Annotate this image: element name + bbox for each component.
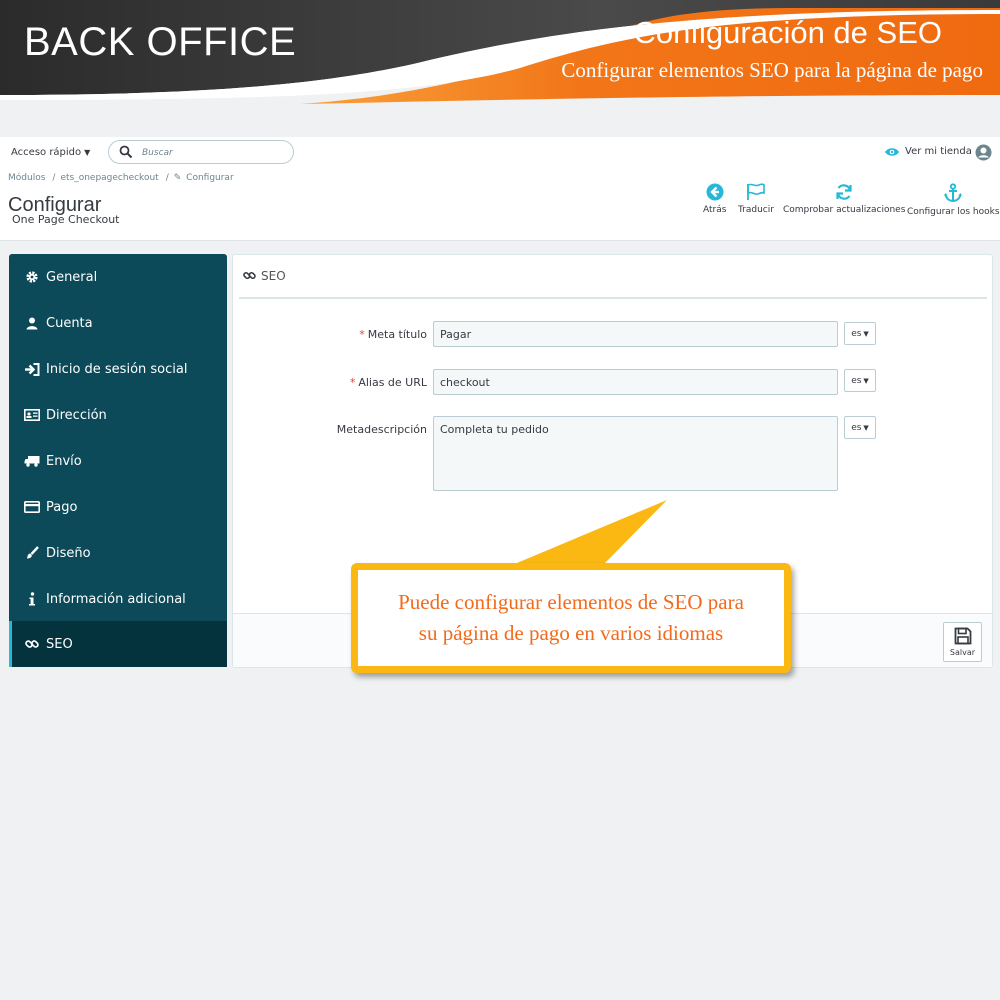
meta-description-label: Metadescripción	[336, 423, 427, 436]
required-asterisk: *	[359, 328, 365, 341]
floppy-disk-icon	[954, 627, 971, 645]
banner-title: BACK OFFICE	[24, 20, 297, 64]
brush-icon	[24, 546, 40, 560]
link-icon	[243, 269, 256, 285]
check-updates-button[interactable]: Comprobar actualizaciones	[783, 183, 905, 215]
sidebar-item-seo[interactable]: SEO	[9, 621, 227, 667]
breadcrumb-separator: /	[52, 173, 56, 183]
sidebar-item-label: Cuenta	[46, 315, 93, 331]
quick-access-label: Acceso rápido	[11, 147, 82, 158]
link-icon	[24, 637, 40, 651]
translate-button[interactable]: Traducir	[738, 183, 774, 215]
admin-topbar: Acceso rápido▼ Ver mi tienda	[0, 137, 1000, 169]
caret-down-icon: ▼	[84, 148, 91, 157]
panel-heading: SEO	[239, 267, 987, 299]
search-input[interactable]	[142, 145, 282, 160]
gear-icon	[24, 270, 40, 284]
eye-icon	[885, 147, 899, 156]
sidebar-item-label: Pago	[46, 499, 78, 515]
sidebar-item-label: Diseño	[46, 545, 91, 561]
meta-description-textarea[interactable]: Completa tu pedido	[433, 416, 838, 491]
configure-hooks-label: Configurar los hooks	[907, 207, 1000, 217]
translate-label: Traducir	[738, 205, 774, 215]
quick-access-dropdown[interactable]: Acceso rápido ▼	[11, 147, 90, 158]
sidebar-item-address[interactable]: Dirección	[9, 392, 227, 438]
meta-title-label-text: Meta título	[367, 328, 427, 341]
sidebar-item-general[interactable]: General	[9, 254, 227, 300]
caret-down-icon: ▼	[863, 423, 869, 432]
url-alias-input[interactable]	[433, 369, 838, 395]
sign-in-icon	[24, 362, 40, 376]
language-code: es	[851, 375, 862, 386]
wrench-icon: ✎	[173, 173, 182, 183]
callout-box: Puede configurar elementos de SEO para s…	[351, 563, 791, 673]
anchor-icon	[944, 183, 963, 203]
sidebar-item-label: Información adicional	[46, 591, 186, 607]
meta-title-language-dropdown[interactable]: es ▼	[844, 322, 876, 345]
sidebar-item-payment[interactable]: Pago	[9, 484, 227, 530]
flag-icon	[747, 183, 765, 200]
banner-feature-subtitle: Configurar elementos SEO para la página …	[561, 58, 983, 82]
save-button[interactable]: Salvar	[943, 622, 982, 662]
page-subtitle: One Page Checkout	[12, 213, 120, 226]
sidebar-item-label: Dirección	[46, 407, 107, 423]
meta-description-language-dropdown[interactable]: es ▼	[844, 416, 876, 439]
caret-down-icon: ▼	[863, 376, 869, 385]
url-alias-language-dropdown[interactable]: es ▼	[844, 369, 876, 392]
back-button[interactable]: Atrás	[703, 183, 726, 215]
breadcrumb-separator: /	[165, 173, 169, 183]
language-code: es	[851, 328, 862, 339]
language-code: es	[851, 422, 862, 433]
address-card-icon	[24, 409, 40, 421]
promo-banner: BACK OFFICE Configuración de SEO Configu…	[0, 0, 1000, 105]
configure-hooks-button[interactable]: Configurar los hooks	[907, 183, 1000, 217]
url-alias-label-text: Alias de URL	[358, 376, 427, 389]
sidebar-item-label: Inicio de sesión social	[46, 361, 188, 377]
save-label: Salvar	[949, 648, 976, 657]
sidebar-item-additional-info[interactable]: Información adicional	[9, 576, 227, 622]
sidebar-item-account[interactable]: Cuenta	[9, 300, 227, 346]
sidebar-item-social-login[interactable]: Inicio de sesión social	[9, 346, 227, 392]
check-updates-label: Comprobar actualizaciones	[783, 205, 906, 215]
page-header: Módulos / ets_onepagecheckout / ✎ Configurar…	[0, 169, 1000, 241]
view-shop-link[interactable]: Ver mi tienda	[884, 146, 972, 157]
breadcrumb-item[interactable]: ets_onepagecheckout	[60, 173, 158, 183]
sidebar-item-shipping[interactable]: Envío	[9, 438, 227, 484]
refresh-icon	[836, 184, 852, 200]
view-shop-label: Ver mi tienda	[905, 146, 972, 157]
sidebar-item-label: Envío	[46, 453, 82, 469]
search-box[interactable]	[108, 140, 294, 164]
sidebar-item-design[interactable]: Diseño	[9, 530, 227, 576]
user-account-icon[interactable]	[975, 144, 992, 161]
search-icon	[119, 145, 133, 159]
banner-feature-title: Configuración de SEO	[633, 15, 942, 50]
callout-line-1: Puede configurar elementos de SEO para	[398, 590, 744, 614]
sidebar-item-label: SEO	[46, 636, 73, 652]
arrow-left-circle-icon	[706, 183, 724, 201]
breadcrumb-item[interactable]: Módulos	[8, 173, 45, 183]
truck-icon	[24, 455, 40, 467]
required-asterisk: *	[349, 376, 356, 389]
user-icon	[24, 317, 40, 330]
meta-title-label: * Meta título	[237, 328, 427, 341]
url-alias-label: * Alias de URL	[237, 376, 427, 389]
callout-line-2: su página de pago en varios idiomas	[418, 621, 724, 645]
breadcrumb: Módulos / ets_onepagecheckout / ✎ Configurar	[8, 173, 236, 183]
info-icon	[24, 592, 40, 606]
back-label: Atrás	[703, 205, 727, 215]
meta-title-input[interactable]	[433, 321, 838, 347]
panel-title: SEO	[261, 269, 286, 283]
config-sidebar: General Cuenta Inicio de sesión social D…	[9, 254, 227, 667]
breadcrumb-item: Configurar	[186, 173, 234, 183]
sidebar-item-label: General	[46, 269, 98, 285]
caret-down-icon: ▼	[863, 329, 869, 338]
credit-card-icon	[24, 501, 40, 513]
